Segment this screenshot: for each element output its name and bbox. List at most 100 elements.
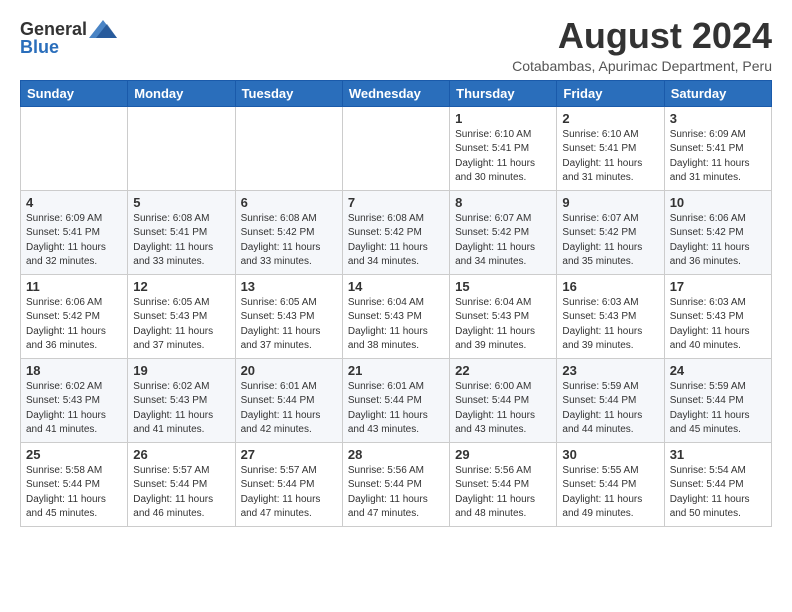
- calendar-week-row: 25 Sunrise: 5:58 AM Sunset: 5:44 PM Dayli…: [21, 442, 772, 526]
- logo-blue-text: Blue: [20, 38, 59, 56]
- calendar-day-14: 14 Sunrise: 6:04 AM Sunset: 5:43 PM Dayli…: [342, 274, 449, 358]
- day-number: 6: [241, 195, 337, 210]
- calendar-day-6: 6 Sunrise: 6:08 AM Sunset: 5:42 PM Daylig…: [235, 190, 342, 274]
- calendar-day-27: 27 Sunrise: 5:57 AM Sunset: 5:44 PM Dayli…: [235, 442, 342, 526]
- day-info: Sunrise: 6:10 AM Sunset: 5:41 PM Dayligh…: [455, 128, 551, 186]
- day-info: Sunrise: 6:07 AM Sunset: 5:42 PM Dayligh…: [455, 212, 551, 270]
- calendar-day-29: 29Sunrise: 5:56 AM Sunset: 5:44 PM Dayli…: [450, 442, 557, 526]
- title-section: August 2024 Cotabambas, Apurimac Departm…: [512, 16, 772, 74]
- calendar-day-28: 28 Sunrise: 5:56 AM Sunset: 5:44 PM Dayli…: [342, 442, 449, 526]
- calendar-day-7: 7 Sunrise: 6:08 AM Sunset: 5:42 PM Daylig…: [342, 190, 449, 274]
- day-number: 28: [348, 447, 444, 462]
- day-info: Sunrise: 6:06 AM Sunset: 5:42 PM Dayligh…: [670, 212, 766, 270]
- calendar-day-25: 25 Sunrise: 5:58 AM Sunset: 5:44 PM Dayli…: [21, 442, 128, 526]
- calendar-day-13: 13 Sunrise: 6:05 AM Sunset: 5:43 PM Dayli…: [235, 274, 342, 358]
- day-info: Sunrise: 6:09 AM Sunset: 5:41 PM Dayligh…: [670, 128, 766, 186]
- calendar-day-18: 18Sunrise: 6:02 AM Sunset: 5:43 PM Dayli…: [21, 358, 128, 442]
- day-info: Sunrise: 5:56 AM Sunset: 5:44 PM Dayligh…: [455, 464, 551, 522]
- calendar-week-row: 4 Sunrise: 6:09 AM Sunset: 5:41 PM Daylig…: [21, 190, 772, 274]
- calendar-day-31: 31Sunrise: 5:54 AM Sunset: 5:44 PM Dayli…: [664, 442, 771, 526]
- calendar-day-12: 12 Sunrise: 6:05 AM Sunset: 5:43 PM Dayli…: [128, 274, 235, 358]
- calendar-day-24: 24 Sunrise: 5:59 AM Sunset: 5:44 PM Dayli…: [664, 358, 771, 442]
- calendar-day-2: 2 Sunrise: 6:10 AM Sunset: 5:41 PM Daylig…: [557, 106, 664, 190]
- calendar-day-23: 23 Sunrise: 5:59 AM Sunset: 5:44 PM Dayli…: [557, 358, 664, 442]
- month-title: August 2024: [512, 16, 772, 56]
- day-info: Sunrise: 5:55 AM Sunset: 5:44 PM Dayligh…: [562, 464, 658, 522]
- day-info: Sunrise: 5:59 AM Sunset: 5:44 PM Dayligh…: [670, 380, 766, 438]
- calendar-day-3: 3 Sunrise: 6:09 AM Sunset: 5:41 PM Daylig…: [664, 106, 771, 190]
- calendar-empty-cell: [342, 106, 449, 190]
- day-number: 24: [670, 363, 766, 378]
- day-number: 7: [348, 195, 444, 210]
- day-info: Sunrise: 6:01 AM Sunset: 5:44 PM Dayligh…: [348, 380, 444, 438]
- day-number: 10: [670, 195, 766, 210]
- day-info: Sunrise: 6:00 AM Sunset: 5:44 PM Dayligh…: [455, 380, 551, 438]
- day-number: 3: [670, 111, 766, 126]
- location-subtitle: Cotabambas, Apurimac Department, Peru: [512, 58, 772, 74]
- day-info: Sunrise: 5:54 AM Sunset: 5:44 PM Dayligh…: [670, 464, 766, 522]
- day-info: Sunrise: 6:04 AM Sunset: 5:43 PM Dayligh…: [455, 296, 551, 354]
- day-header-tuesday: Tuesday: [235, 80, 342, 106]
- calendar-day-11: 11Sunrise: 6:06 AM Sunset: 5:42 PM Dayli…: [21, 274, 128, 358]
- calendar-empty-cell: [235, 106, 342, 190]
- day-header-wednesday: Wednesday: [342, 80, 449, 106]
- day-number: 13: [241, 279, 337, 294]
- day-number: 16: [562, 279, 658, 294]
- calendar-day-21: 21 Sunrise: 6:01 AM Sunset: 5:44 PM Dayli…: [342, 358, 449, 442]
- day-number: 17: [670, 279, 766, 294]
- day-number: 25: [26, 447, 122, 462]
- calendar-day-30: 30 Sunrise: 5:55 AM Sunset: 5:44 PM Dayli…: [557, 442, 664, 526]
- calendar-day-22: 22Sunrise: 6:00 AM Sunset: 5:44 PM Dayli…: [450, 358, 557, 442]
- day-info: Sunrise: 6:08 AM Sunset: 5:42 PM Dayligh…: [348, 212, 444, 270]
- day-info: Sunrise: 6:02 AM Sunset: 5:43 PM Dayligh…: [133, 380, 229, 438]
- day-number: 23: [562, 363, 658, 378]
- calendar-day-15: 15 Sunrise: 6:04 AM Sunset: 5:43 PM Dayli…: [450, 274, 557, 358]
- day-info: Sunrise: 6:08 AM Sunset: 5:42 PM Dayligh…: [241, 212, 337, 270]
- day-info: Sunrise: 6:07 AM Sunset: 5:42 PM Dayligh…: [562, 212, 658, 270]
- logo-icon: [89, 20, 117, 38]
- day-header-friday: Friday: [557, 80, 664, 106]
- day-info: Sunrise: 6:03 AM Sunset: 5:43 PM Dayligh…: [670, 296, 766, 354]
- calendar-day-10: 10 Sunrise: 6:06 AM Sunset: 5:42 PM Dayli…: [664, 190, 771, 274]
- day-number: 19: [133, 363, 229, 378]
- logo-general-text: General: [20, 20, 87, 38]
- day-number: 5: [133, 195, 229, 210]
- day-number: 30: [562, 447, 658, 462]
- day-number: 8: [455, 195, 551, 210]
- calendar-week-row: 18Sunrise: 6:02 AM Sunset: 5:43 PM Dayli…: [21, 358, 772, 442]
- day-info: Sunrise: 6:03 AM Sunset: 5:43 PM Dayligh…: [562, 296, 658, 354]
- logo: General Blue: [20, 20, 117, 56]
- day-header-thursday: Thursday: [450, 80, 557, 106]
- day-number: 4: [26, 195, 122, 210]
- day-number: 14: [348, 279, 444, 294]
- day-number: 15: [455, 279, 551, 294]
- calendar-week-row: 11Sunrise: 6:06 AM Sunset: 5:42 PM Dayli…: [21, 274, 772, 358]
- day-info: Sunrise: 6:05 AM Sunset: 5:43 PM Dayligh…: [133, 296, 229, 354]
- day-info: Sunrise: 6:09 AM Sunset: 5:41 PM Dayligh…: [26, 212, 122, 270]
- day-info: Sunrise: 5:57 AM Sunset: 5:44 PM Dayligh…: [133, 464, 229, 522]
- day-number: 21: [348, 363, 444, 378]
- day-info: Sunrise: 5:59 AM Sunset: 5:44 PM Dayligh…: [562, 380, 658, 438]
- day-header-monday: Monday: [128, 80, 235, 106]
- day-number: 27: [241, 447, 337, 462]
- day-number: 2: [562, 111, 658, 126]
- day-header-sunday: Sunday: [21, 80, 128, 106]
- day-info: Sunrise: 6:10 AM Sunset: 5:41 PM Dayligh…: [562, 128, 658, 186]
- calendar-day-1: 1Sunrise: 6:10 AM Sunset: 5:41 PM Daylig…: [450, 106, 557, 190]
- day-info: Sunrise: 6:05 AM Sunset: 5:43 PM Dayligh…: [241, 296, 337, 354]
- calendar-day-16: 16 Sunrise: 6:03 AM Sunset: 5:43 PM Dayli…: [557, 274, 664, 358]
- day-number: 12: [133, 279, 229, 294]
- calendar-empty-cell: [21, 106, 128, 190]
- day-info: Sunrise: 5:57 AM Sunset: 5:44 PM Dayligh…: [241, 464, 337, 522]
- day-info: Sunrise: 6:08 AM Sunset: 5:41 PM Dayligh…: [133, 212, 229, 270]
- day-info: Sunrise: 6:02 AM Sunset: 5:43 PM Dayligh…: [26, 380, 122, 438]
- calendar-day-20: 20Sunrise: 6:01 AM Sunset: 5:44 PM Dayli…: [235, 358, 342, 442]
- page-header: General Blue August 2024 Cotabambas, Apu…: [20, 16, 772, 74]
- day-info: Sunrise: 6:04 AM Sunset: 5:43 PM Dayligh…: [348, 296, 444, 354]
- day-number: 11: [26, 279, 122, 294]
- calendar-week-row: 1Sunrise: 6:10 AM Sunset: 5:41 PM Daylig…: [21, 106, 772, 190]
- day-info: Sunrise: 5:56 AM Sunset: 5:44 PM Dayligh…: [348, 464, 444, 522]
- day-info: Sunrise: 5:58 AM Sunset: 5:44 PM Dayligh…: [26, 464, 122, 522]
- calendar-day-5: 5 Sunrise: 6:08 AM Sunset: 5:41 PM Daylig…: [128, 190, 235, 274]
- calendar-day-9: 9Sunrise: 6:07 AM Sunset: 5:42 PM Daylig…: [557, 190, 664, 274]
